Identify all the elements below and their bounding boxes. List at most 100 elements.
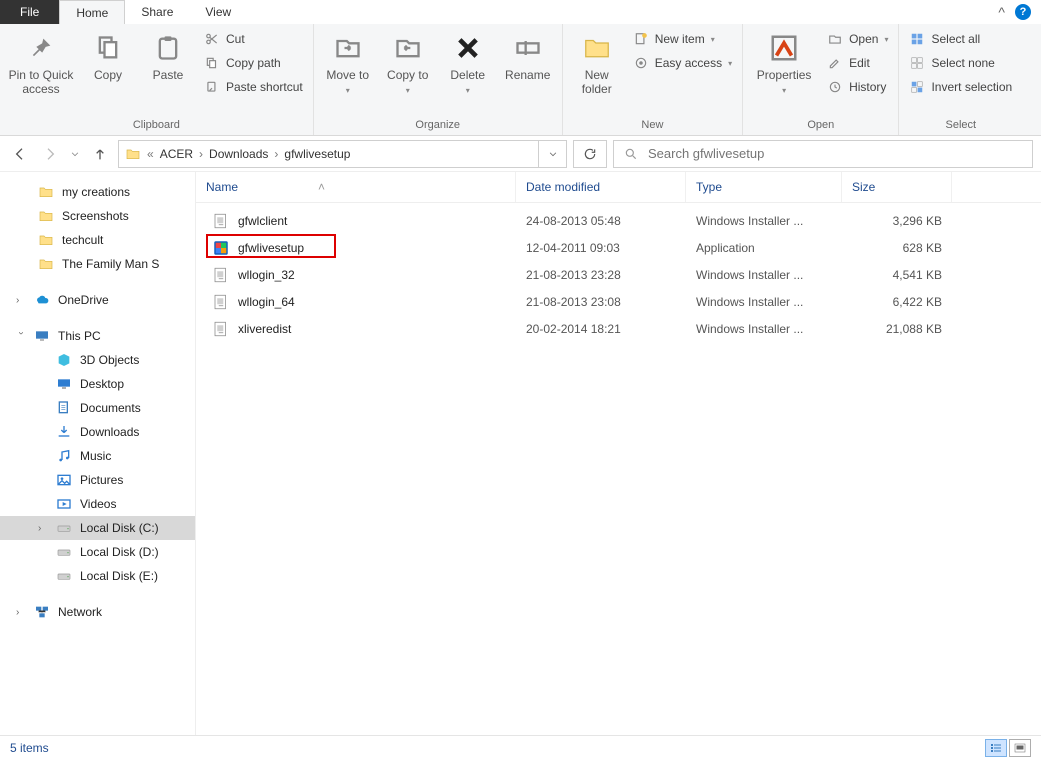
ribbon-tabs: File Home Share View ^ ? [0, 0, 1041, 24]
copy-to-button[interactable]: Copy to ▾ [380, 28, 436, 96]
large-icons-view-button[interactable] [1009, 739, 1031, 757]
file-type: Windows Installer ... [686, 295, 842, 309]
new-folder-button[interactable]: New folder [569, 28, 625, 97]
disk-icon [56, 568, 72, 584]
file-date: 21-08-2013 23:08 [516, 295, 686, 309]
tree-pc-item[interactable]: Local Disk (E:) [0, 564, 195, 588]
column-name[interactable]: Name˄ [196, 172, 516, 202]
tree-this-pc[interactable]: › This PC [0, 324, 195, 348]
address-bar[interactable]: « ACER› Downloads› gfwlivesetup [118, 140, 539, 168]
group-new-label: New [641, 117, 663, 133]
tree-network[interactable]: › Network [0, 600, 195, 624]
tree-pc-item[interactable]: ›Local Disk (C:) [0, 516, 195, 540]
tree-pc-item[interactable]: Documents [0, 396, 195, 420]
column-type[interactable]: Type [686, 172, 842, 202]
rename-icon [512, 32, 544, 64]
paste-button[interactable]: Paste [140, 28, 196, 82]
address-dropdown-button[interactable] [539, 140, 567, 168]
group-clipboard-label: Clipboard [133, 117, 180, 133]
delete-button[interactable]: Delete ▾ [440, 28, 496, 96]
breadcrumb-item[interactable]: Downloads› [209, 147, 278, 161]
downloads-icon [56, 424, 72, 440]
tree-pc-item[interactable]: Downloads [0, 420, 195, 444]
tree-pc-item[interactable]: Music [0, 444, 195, 468]
search-icon [624, 147, 638, 161]
pin-quick-access-button[interactable]: Pin to Quick access [6, 28, 76, 97]
tree-pc-item[interactable]: Pictures [0, 468, 195, 492]
invert-selection-icon [909, 79, 925, 95]
file-type: Windows Installer ... [686, 268, 842, 282]
refresh-button[interactable] [573, 140, 607, 168]
back-button[interactable] [8, 142, 32, 166]
breadcrumb-item[interactable]: ACER› [160, 147, 203, 161]
3d-icon [56, 352, 72, 368]
tree-pc-item[interactable]: Desktop [0, 372, 195, 396]
tree-quick-item[interactable]: techcult [0, 228, 195, 252]
file-size: 3,296 KB [842, 214, 952, 228]
delete-icon [452, 32, 484, 64]
tree-onedrive[interactable]: › OneDrive [0, 288, 195, 312]
new-item-button[interactable]: New item ▾ [629, 28, 736, 50]
properties-button[interactable]: Properties ▾ [749, 28, 819, 96]
file-row[interactable]: gfwlclient24-08-2013 05:48Windows Instal… [196, 207, 1041, 234]
tree-pc-item[interactable]: 3D Objects [0, 348, 195, 372]
chevron-down-icon: › [16, 331, 27, 341]
tab-file[interactable]: File [0, 0, 59, 24]
paste-shortcut-button[interactable]: Paste shortcut [200, 76, 307, 98]
tree-pc-item[interactable]: Videos [0, 492, 195, 516]
file-name: wllogin_32 [238, 268, 295, 282]
tab-share[interactable]: Share [125, 0, 189, 24]
breadcrumb-item[interactable]: gfwlivesetup [284, 147, 350, 161]
chevron-right-icon: › [38, 523, 48, 534]
history-button[interactable]: History [823, 76, 892, 98]
tree-quick-item[interactable]: Screenshots [0, 204, 195, 228]
help-icon[interactable]: ? [1015, 4, 1031, 20]
copy-path-button[interactable]: Copy path [200, 52, 307, 74]
open-icon [827, 31, 843, 47]
search-box[interactable] [613, 140, 1033, 168]
up-button[interactable] [88, 142, 112, 166]
file-row[interactable]: wllogin_3221-08-2013 23:28Windows Instal… [196, 261, 1041, 288]
cut-button[interactable]: Cut [200, 28, 307, 50]
copy-icon [92, 32, 124, 64]
easy-access-button[interactable]: Easy access ▾ [629, 52, 736, 74]
group-clipboard: Pin to Quick access Copy Paste Cut [0, 24, 314, 135]
tree-quick-item[interactable]: my creations [0, 180, 195, 204]
move-to-button[interactable]: Move to ▾ [320, 28, 376, 96]
column-size[interactable]: Size [842, 172, 952, 202]
tree-quick-item[interactable]: The Family Man S [0, 252, 195, 276]
copy-button[interactable]: Copy [80, 28, 136, 82]
forward-button[interactable] [38, 142, 62, 166]
select-all-button[interactable]: Select all [905, 28, 1016, 50]
select-none-button[interactable]: Select none [905, 52, 1016, 74]
installer-icon [212, 212, 230, 230]
scissors-icon [204, 31, 220, 47]
column-date[interactable]: Date modified [516, 172, 686, 202]
file-type: Windows Installer ... [686, 214, 842, 228]
paste-shortcut-icon [204, 79, 220, 95]
tab-view[interactable]: View [189, 0, 247, 24]
file-rows: gfwlclient24-08-2013 05:48Windows Instal… [196, 203, 1041, 346]
file-row[interactable]: gfwlivesetup12-04-2011 09:03Application6… [196, 234, 1041, 261]
recent-locations-button[interactable] [68, 142, 82, 166]
file-type: Windows Installer ... [686, 322, 842, 336]
tab-home[interactable]: Home [59, 0, 125, 24]
collapse-ribbon-icon[interactable]: ^ [998, 4, 1005, 20]
invert-selection-button[interactable]: Invert selection [905, 76, 1016, 98]
edit-button[interactable]: Edit [823, 52, 892, 74]
file-row[interactable]: wllogin_6421-08-2013 23:08Windows Instal… [196, 288, 1041, 315]
installer-icon [212, 266, 230, 284]
tree-pc-item[interactable]: Local Disk (D:) [0, 540, 195, 564]
chevron-right-icon: › [16, 295, 26, 306]
open-button[interactable]: Open ▾ [823, 28, 892, 50]
chevron-down-icon: ▾ [346, 86, 350, 96]
details-view-button[interactable] [985, 739, 1007, 757]
search-input[interactable] [648, 146, 1022, 161]
rename-button[interactable]: Rename [500, 28, 556, 82]
easy-access-icon [633, 55, 649, 71]
chevron-down-icon: ▾ [884, 35, 888, 44]
file-row[interactable]: xliveredist20-02-2014 18:21Windows Insta… [196, 315, 1041, 342]
select-none-icon [909, 55, 925, 71]
chevron-right-icon: › [16, 607, 26, 618]
navigation-tree[interactable]: my creationsScreenshotstechcultThe Famil… [0, 172, 196, 735]
